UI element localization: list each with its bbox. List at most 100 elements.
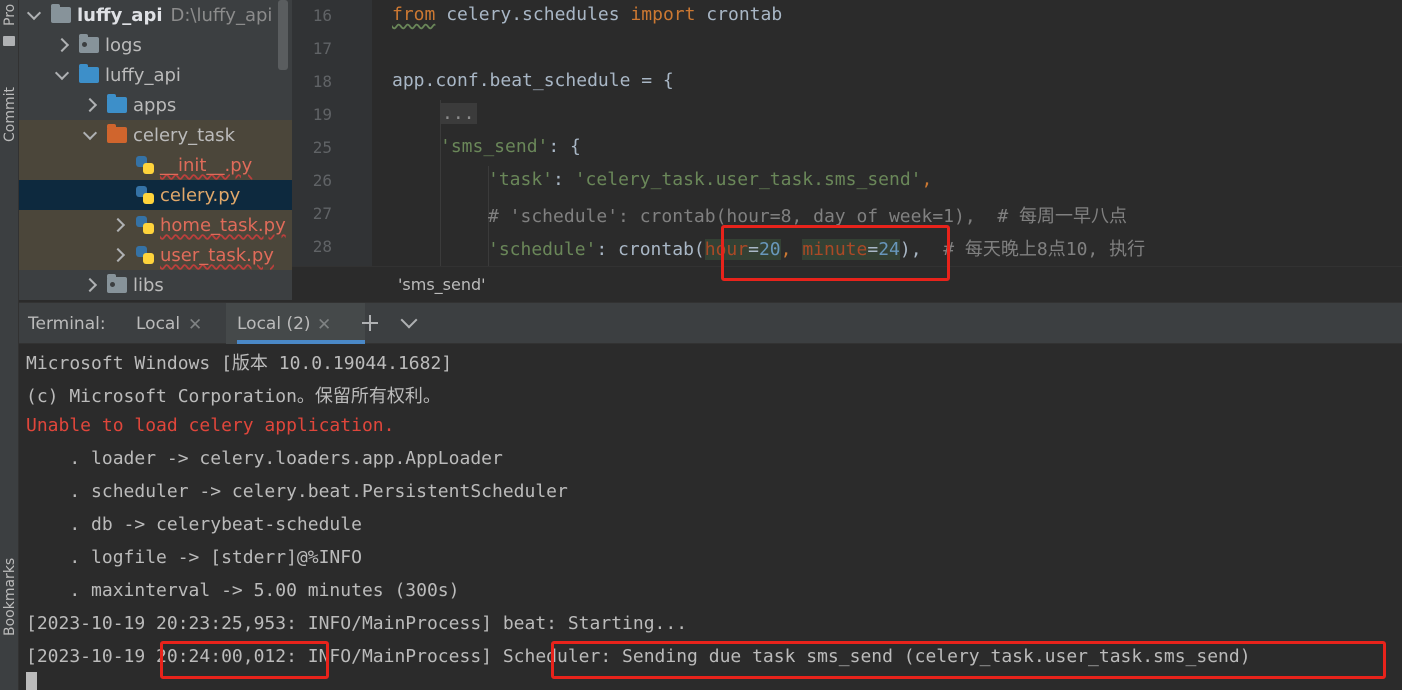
chevron-right-icon[interactable] xyxy=(111,218,125,232)
chevron-right-icon[interactable] xyxy=(83,278,97,292)
line-number: 18 xyxy=(312,72,332,91)
tree-item-label: celery.py xyxy=(160,184,241,206)
line-number: 16 xyxy=(312,6,332,25)
folded-region[interactable]: ... xyxy=(440,103,477,124)
close-icon[interactable]: ✕ xyxy=(188,315,202,335)
python-file-icon xyxy=(135,155,155,175)
keyword-from: from xyxy=(392,4,436,25)
bookmarks-tool-tab[interactable]: Bookmarks xyxy=(0,548,19,648)
code-line-25: 'sms_send': { xyxy=(440,136,581,157)
tree-scrollbar[interactable] xyxy=(278,0,288,70)
folder-icon xyxy=(79,34,99,53)
code-line-19: ... xyxy=(440,103,477,124)
python-file-icon xyxy=(135,185,155,205)
line-number: 25 xyxy=(312,138,332,157)
tree-item-label: apps xyxy=(133,94,177,116)
highlight-box-timestamp xyxy=(160,641,329,679)
dict-key: 'sms_send' xyxy=(440,136,549,157)
keyword-import: import xyxy=(630,4,696,25)
inline-comment: # 每天晚上8点10, 执行 xyxy=(943,239,1146,260)
tree-item-label: __init__.py xyxy=(160,154,253,176)
tree-item-label: user_task.py xyxy=(160,244,274,266)
terminal-line: (c) Microsoft Corporation。保留所有权利。 xyxy=(26,386,441,407)
folder-icon xyxy=(107,94,127,113)
project-tool-tab[interactable]: Pro xyxy=(0,0,19,40)
dict-key: 'schedule' xyxy=(488,239,597,260)
chevron-down-icon[interactable] xyxy=(55,68,69,82)
folder-icon xyxy=(107,124,127,143)
terminal-title: Terminal: xyxy=(28,314,106,334)
tree-item-init-py[interactable]: __init__.py xyxy=(19,150,292,180)
chevron-down-icon[interactable] xyxy=(83,128,97,142)
tab-local-2[interactable]: Local (2) xyxy=(237,314,311,334)
dict-key: 'task' xyxy=(488,169,554,190)
line-number: 26 xyxy=(312,171,332,190)
breadcrumb-item[interactable]: 'sms_send' xyxy=(398,275,486,294)
project-tree: luffy_api D:\luffy_api logs luffy_api ap… xyxy=(19,0,292,300)
terminal-output[interactable]: Microsoft Windows [版本 10.0.19044.1682] (… xyxy=(19,344,1402,690)
dict-value: 'celery_task.user_task.sms_send' xyxy=(574,169,922,190)
terminal-line: . scheduler -> celery.beat.PersistentSch… xyxy=(26,481,568,502)
code-punct: : { xyxy=(548,136,581,157)
line-number: 28 xyxy=(312,237,332,256)
code-punct: , xyxy=(921,169,933,190)
tree-item-celery-task[interactable]: celery_task xyxy=(19,120,292,150)
tree-item-luffy-api-root[interactable]: luffy_api D:\luffy_api xyxy=(19,0,292,30)
python-file-icon xyxy=(135,215,155,235)
tree-item-path: D:\luffy_api xyxy=(170,4,273,26)
code-punct: : xyxy=(553,169,575,190)
new-tab-plus-icon[interactable] xyxy=(360,313,380,333)
code-punct: : crontab( xyxy=(596,239,705,260)
tree-item-label: celery_task xyxy=(133,124,235,146)
tree-item-label: home_task.py xyxy=(160,214,286,236)
line-number: 19 xyxy=(312,105,332,124)
tree-item-libs[interactable]: libs xyxy=(19,270,292,300)
bookmarks-tool-tab-label: Bookmarks xyxy=(2,557,18,636)
tree-item-apps[interactable]: apps xyxy=(19,90,292,120)
code-line-26: 'task': 'celery_task.user_task.sms_send'… xyxy=(488,169,932,190)
tree-item-label: libs xyxy=(133,274,164,296)
folder-icon xyxy=(51,4,71,23)
chevron-down-icon[interactable] xyxy=(399,314,419,334)
code-line-16: from celery.schedules import crontab xyxy=(392,4,782,25)
editor-gutter: 16 17 18 19 25 26 27 28 xyxy=(292,0,387,266)
tree-item-label: logs xyxy=(105,34,142,56)
code-line-18: app.conf.beat_schedule = { xyxy=(392,70,674,91)
tab-local[interactable]: Local xyxy=(136,314,180,334)
chevron-right-icon[interactable] xyxy=(111,248,125,262)
commit-tool-tab-label: Commit xyxy=(2,87,18,142)
tree-item-home-task-py[interactable]: home_task.py xyxy=(19,210,292,240)
line-number: 27 xyxy=(312,204,332,223)
import-name: crontab xyxy=(695,4,783,25)
chevron-down-icon[interactable] xyxy=(27,8,41,22)
folder-icon xyxy=(79,64,99,83)
tree-item-label: luffy_api xyxy=(105,64,181,86)
terminal-line: . loader -> celery.loaders.app.AppLoader xyxy=(26,448,503,469)
terminal-line: . db -> celerybeat-schedule xyxy=(26,514,362,535)
highlight-box-scheduler-message xyxy=(551,641,1386,679)
folder-icon xyxy=(107,274,127,293)
terminal-cursor xyxy=(26,672,37,690)
indent-guide xyxy=(440,100,441,266)
commit-tool-tab[interactable]: Commit xyxy=(0,80,19,160)
tree-item-logs[interactable]: logs xyxy=(19,30,292,60)
close-icon[interactable]: ✕ xyxy=(317,315,331,335)
chevron-right-icon[interactable] xyxy=(55,38,69,52)
project-tool-tab-label: Pro xyxy=(2,3,18,26)
tree-item-celery-py[interactable]: celery.py xyxy=(19,180,292,210)
terminal-error-line: Unable to load celery application. xyxy=(26,415,395,436)
terminal-line: Microsoft Windows [版本 10.0.19044.1682] xyxy=(26,353,453,374)
folder-icon xyxy=(3,36,15,46)
tree-item-user-task-py[interactable]: user_task.py xyxy=(19,240,292,270)
python-file-icon xyxy=(135,245,155,265)
terminal-line: . maxinterval -> 5.00 minutes (300s) xyxy=(26,580,460,601)
module-name: celery.schedules xyxy=(435,4,631,25)
line-number: 17 xyxy=(312,39,332,58)
chevron-right-icon[interactable] xyxy=(83,98,97,112)
terminal-line: . logfile -> [stderr]@%INFO xyxy=(26,547,362,568)
tool-window-strip: Pro Commit Bookmarks xyxy=(0,0,19,690)
highlight-box-crontab-args xyxy=(721,225,950,281)
terminal-line: [2023-10-19 20:23:25,953: INFO/MainProce… xyxy=(26,613,688,634)
tree-item-luffy-api-package[interactable]: luffy_api xyxy=(19,60,292,90)
tree-item-label: luffy_api xyxy=(77,4,163,26)
